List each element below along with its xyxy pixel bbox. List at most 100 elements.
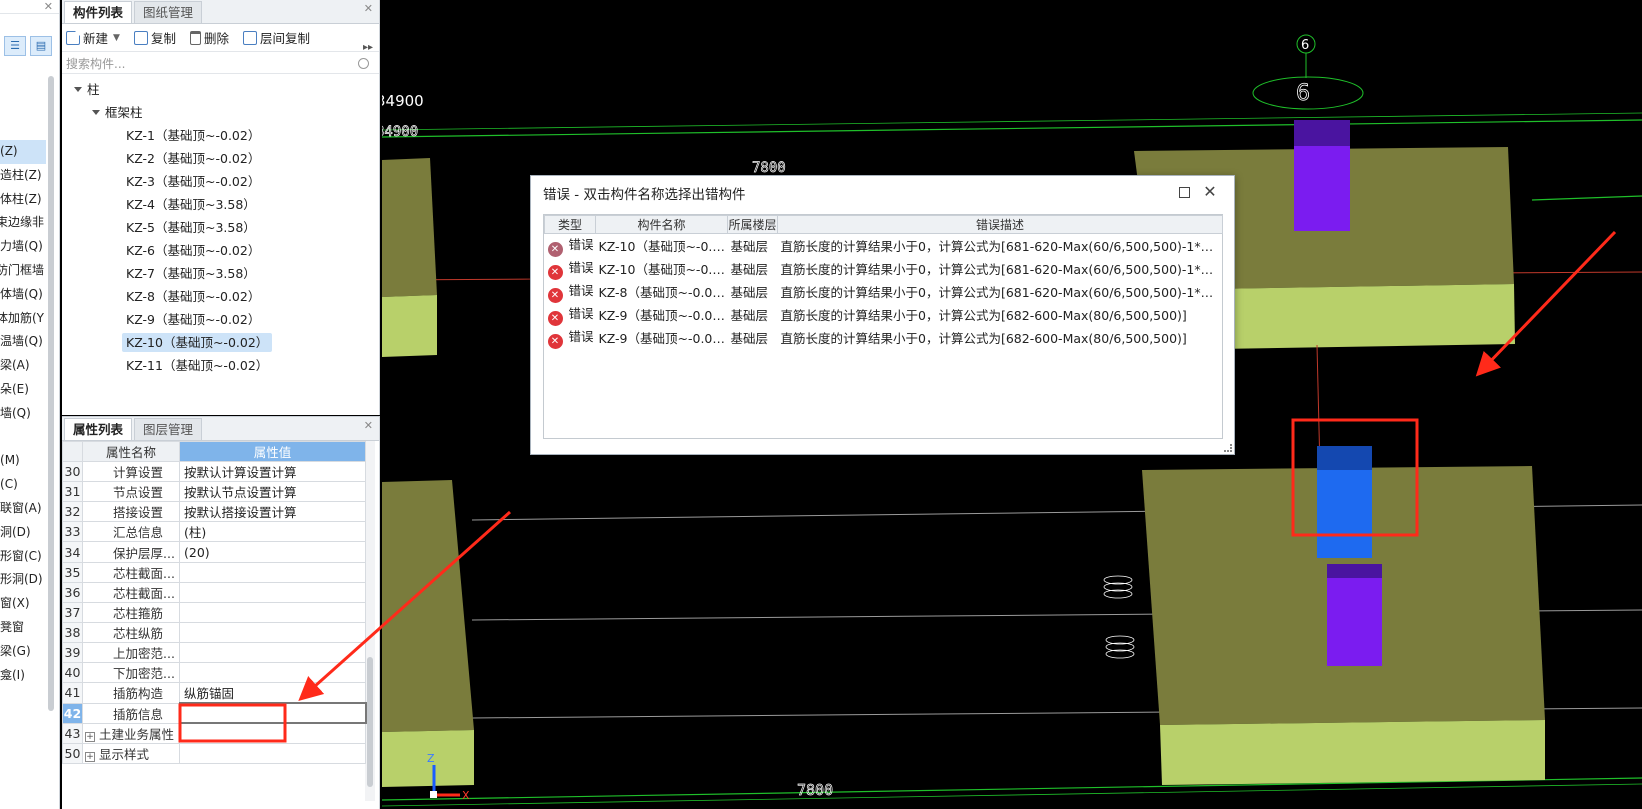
tree-item-component[interactable]: KZ-1（基础顶~-0.02）	[62, 124, 379, 147]
nav-item[interactable]: 窗(X)	[0, 592, 46, 616]
caret-down-icon[interactable]	[74, 87, 82, 92]
nav-item[interactable]: 朵(E)	[0, 378, 46, 402]
list-view-icon[interactable]: ☰	[4, 36, 26, 56]
property-row[interactable]: 34 保护层厚... (20)	[62, 541, 366, 563]
tree-item-component[interactable]: KZ-7（基础顶~3.58）	[62, 262, 379, 285]
tab-component-list[interactable]: 构件列表	[64, 1, 133, 23]
error-row[interactable]: ✕ 错误 KZ-9（基础顶~-0.02） 基础层 直筋长度的计算结果小于0，计算公式为[…	[545, 326, 1223, 349]
search-icon[interactable]	[358, 58, 369, 69]
nav-item[interactable]: 防门框墙	[0, 259, 46, 283]
property-row[interactable]: 35 芯柱截面...	[62, 561, 366, 583]
nav-item[interactable]: 形窗(C)	[0, 545, 46, 569]
scrollbar-thumb[interactable]	[367, 657, 373, 787]
caret-down-icon[interactable]	[92, 110, 100, 115]
chevron-down-icon[interactable]: ▼	[113, 33, 120, 43]
scrollbar[interactable]	[48, 76, 54, 711]
delete-button[interactable]: 删除	[189, 28, 229, 47]
tree-item-component[interactable]: KZ-6（基础顶~-0.02）	[62, 239, 379, 262]
nav-item[interactable]: 凳窗	[0, 616, 46, 640]
nav-item[interactable]: 温墙(Q)	[0, 330, 46, 354]
tab-drawing-management[interactable]: 图纸管理	[134, 1, 203, 23]
row-number: 38	[62, 621, 83, 643]
property-row[interactable]: 36 芯柱截面...	[62, 581, 366, 603]
close-icon[interactable]: ✕	[44, 0, 53, 13]
nav-item[interactable]: (M)	[0, 449, 46, 473]
property-value[interactable]: 按默认搭接设置计算	[179, 501, 366, 523]
tree-item-component[interactable]: KZ-5（基础顶~3.58）	[62, 216, 379, 239]
nav-item[interactable]: 形洞(D)	[0, 568, 46, 592]
property-value[interactable]	[179, 662, 366, 684]
error-row[interactable]: ✕ 错误 KZ-9（基础顶~-0.02） 基础层 直筋长度的计算结果小于0，计算公式为[…	[545, 303, 1223, 326]
property-row[interactable]: 37 芯柱箍筋	[62, 601, 366, 623]
nav-item[interactable]: 体墙(Q)	[0, 283, 46, 307]
property-value[interactable]: 按默认计算设置计算	[179, 461, 366, 483]
nav-item[interactable]: 墙(Q)	[0, 402, 46, 426]
resize-grip-icon[interactable]	[1224, 444, 1232, 452]
property-value[interactable]	[179, 621, 366, 643]
floor-copy-button[interactable]: 层间复制	[242, 28, 310, 47]
nav-item[interactable]: 体加筋(Y	[0, 307, 46, 331]
tree-item-component[interactable]: KZ-11（基础顶~-0.02）	[62, 354, 379, 377]
property-row[interactable]: 31 节点设置 按默认节点设置计算	[62, 481, 366, 503]
tree-item-component[interactable]: KZ-4（基础顶~3.58）	[62, 193, 379, 216]
property-value[interactable]	[179, 742, 366, 764]
nav-item[interactable]: 联窗(A)	[0, 497, 46, 521]
property-value[interactable]	[178, 702, 367, 725]
close-icon[interactable]: ✕	[364, 419, 373, 432]
tree-node-frame-column[interactable]: 框架柱	[62, 101, 379, 124]
new-button[interactable]: 新建 ▼	[66, 28, 120, 47]
close-icon[interactable]: ✕	[364, 2, 373, 15]
error-row[interactable]: ✕ 错误 KZ-10（基础顶~-0.02） 基础层 直筋长度的计算结果小于0，计算公式为…	[545, 234, 1223, 257]
nav-item[interactable]: 梁(G)	[0, 640, 46, 664]
error-row[interactable]: ✕ 错误 KZ-8（基础顶~-0.02） 基础层 直筋长度的计算结果小于0，计算公式为[…	[545, 280, 1223, 303]
property-value[interactable]	[179, 581, 366, 603]
dialog-titlebar[interactable]: 错误 - 双击构件名称选择出错构件 ✕	[531, 176, 1234, 210]
detail-view-icon[interactable]: ▤	[30, 36, 52, 56]
property-row[interactable]: 39 上加密范...	[62, 641, 366, 664]
property-row[interactable]: 43 + 土建业务属性	[62, 722, 366, 744]
property-row[interactable]: 40 下加密范...	[62, 662, 366, 684]
tree-item-component[interactable]: KZ-2（基础顶~-0.02）	[62, 147, 379, 170]
tree-item-component[interactable]: KZ-8（基础顶~-0.02）	[62, 285, 379, 308]
property-row[interactable]: 41 插筋构造 纵筋锚固	[62, 682, 366, 704]
nav-item[interactable]: 梁(A)	[0, 354, 46, 378]
error-type-text: 错误	[568, 283, 594, 298]
nav-item[interactable]: 体柱(Z)	[0, 188, 46, 212]
property-value[interactable]: (20)	[179, 541, 366, 563]
error-row[interactable]: ✕ 错误 KZ-10（基础顶~-0.02） 基础层 直筋长度的计算结果小于0，计算公式为…	[545, 257, 1223, 280]
close-icon[interactable]: ✕	[1202, 184, 1218, 200]
property-value[interactable]	[179, 722, 366, 744]
property-row[interactable]: 38 芯柱纵筋	[62, 621, 366, 643]
copy-button[interactable]: 复制	[133, 28, 176, 47]
property-value[interactable]	[179, 641, 366, 664]
property-value[interactable]: (柱)	[179, 521, 366, 543]
tab-layer-management[interactable]: 图层管理	[134, 418, 203, 440]
tree-item-component[interactable]: KZ-10（基础顶~-0.02）	[62, 331, 379, 354]
property-value[interactable]	[179, 561, 366, 583]
search-input[interactable]	[66, 56, 358, 71]
nav-item[interactable]: 束边缘非	[0, 211, 46, 235]
nav-item[interactable]: (Z)	[0, 140, 46, 164]
nav-item[interactable]: (C)	[0, 473, 46, 497]
nav-item[interactable]: 龛(I)	[0, 664, 46, 688]
tree-node-column[interactable]: 柱	[62, 78, 379, 101]
nav-item[interactable]: 力墙(Q)	[0, 235, 46, 259]
maximize-icon[interactable]	[1176, 184, 1192, 200]
nav-item[interactable]	[0, 426, 46, 450]
tab-property-list[interactable]: 属性列表	[64, 418, 133, 440]
property-row[interactable]: 32 搭接设置 按默认搭接设置计算	[62, 501, 366, 523]
nav-item[interactable]: 造柱(Z)	[0, 164, 46, 188]
nav-item[interactable]: 洞(D)	[0, 521, 46, 545]
tree-item-component[interactable]: KZ-9（基础顶~-0.02）	[62, 308, 379, 331]
expand-plus-icon[interactable]: +	[85, 751, 95, 762]
property-row[interactable]: 33 汇总信息 (柱)	[62, 521, 366, 543]
property-value[interactable]: 纵筋锚固	[179, 682, 366, 704]
tree-item-component[interactable]: KZ-3（基础顶~-0.02）	[62, 170, 379, 193]
property-row[interactable]: 50 + 显示样式	[62, 742, 366, 764]
property-value[interactable]: 按默认节点设置计算	[179, 481, 366, 503]
more-icon[interactable]: ▸▸	[363, 42, 373, 53]
property-row[interactable]: 30 计算设置 按默认计算设置计算	[62, 461, 366, 483]
property-row[interactable]: 42 插筋信息	[62, 702, 367, 725]
property-value[interactable]	[179, 601, 366, 623]
expand-plus-icon[interactable]: +	[85, 731, 95, 742]
